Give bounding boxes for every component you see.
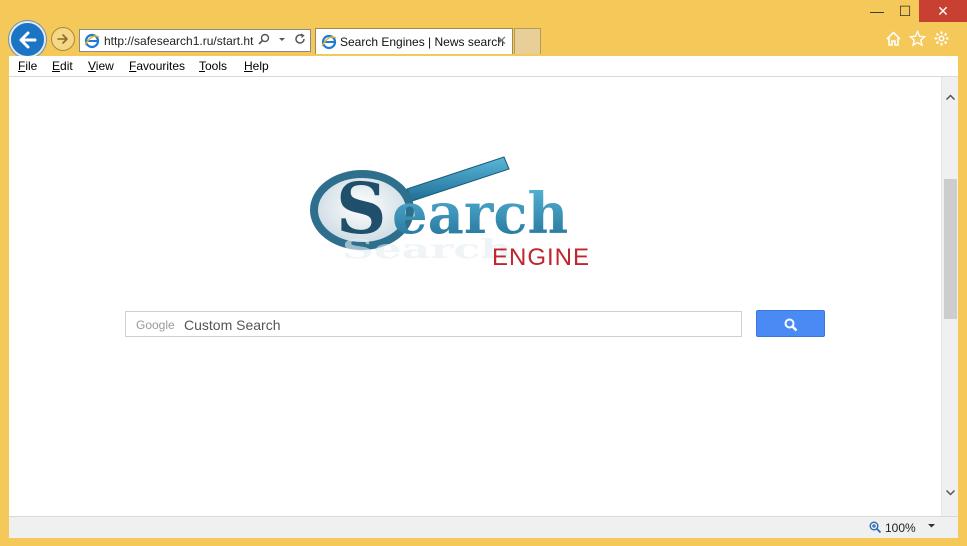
vertical-scrollbar[interactable] xyxy=(941,77,958,516)
page-content: S earch Search ENGINE Google Custom Sear… xyxy=(9,77,941,516)
minimize-button[interactable]: — xyxy=(862,0,892,22)
search-button[interactable] xyxy=(756,310,825,337)
close-tab-button[interactable]: ✕ xyxy=(496,34,507,48)
star-icon[interactable] xyxy=(908,29,927,47)
custom-search-box[interactable]: Google Custom Search xyxy=(125,311,742,337)
scroll-up-arrow-icon[interactable] xyxy=(944,92,957,105)
search-icon[interactable] xyxy=(257,33,271,48)
address-bar[interactable]: http://safesearch1.ru/start.ht xyxy=(79,29,311,52)
refresh-icon[interactable] xyxy=(293,33,307,48)
scroll-down-arrow-icon[interactable] xyxy=(944,487,957,500)
forward-button[interactable] xyxy=(51,27,75,51)
menu-view[interactable]: View xyxy=(88,59,114,73)
google-brand-label: Google xyxy=(136,318,175,332)
svg-text:ENGINE: ENGINE xyxy=(492,244,590,271)
menu-bar: File Edit View Favourites Tools Help xyxy=(9,56,958,77)
search-icon xyxy=(784,318,798,332)
tab-title: Search Engines | News search xyxy=(340,35,504,49)
menu-help[interactable]: Help xyxy=(244,59,269,73)
new-tab-button[interactable] xyxy=(514,28,541,54)
svg-text:Search: Search xyxy=(342,233,512,264)
url-text[interactable]: http://safesearch1.ru/start.ht xyxy=(104,34,256,48)
scrollbar-thumb[interactable] xyxy=(944,179,957,319)
menu-favourites[interactable]: Favourites xyxy=(129,59,185,73)
zoom-icon xyxy=(869,521,882,534)
close-window-button[interactable]: ✕ xyxy=(919,0,967,22)
zoom-dropdown-icon[interactable] xyxy=(927,521,936,532)
back-button[interactable] xyxy=(9,21,46,58)
ie-logo-icon xyxy=(84,33,100,49)
status-bar: 100% xyxy=(9,516,958,538)
menu-tools[interactable]: Tools xyxy=(199,59,227,73)
zoom-level[interactable]: 100% xyxy=(885,521,916,535)
menu-file[interactable]: File xyxy=(18,59,37,73)
dropdown-icon[interactable] xyxy=(275,33,289,48)
menu-edit[interactable]: Edit xyxy=(52,59,73,73)
browser-tab[interactable]: Search Engines | News search ✕ xyxy=(315,28,513,54)
search-engine-logo: S earch Search ENGINE xyxy=(310,156,590,271)
back-arrow-icon xyxy=(19,31,37,49)
home-icon[interactable] xyxy=(885,30,902,47)
maximize-button[interactable]: ☐ xyxy=(890,0,920,22)
forward-arrow-icon xyxy=(57,34,68,44)
ie-logo-icon xyxy=(321,34,337,50)
gear-icon[interactable] xyxy=(933,30,950,47)
search-placeholder[interactable]: Custom Search xyxy=(184,317,280,333)
